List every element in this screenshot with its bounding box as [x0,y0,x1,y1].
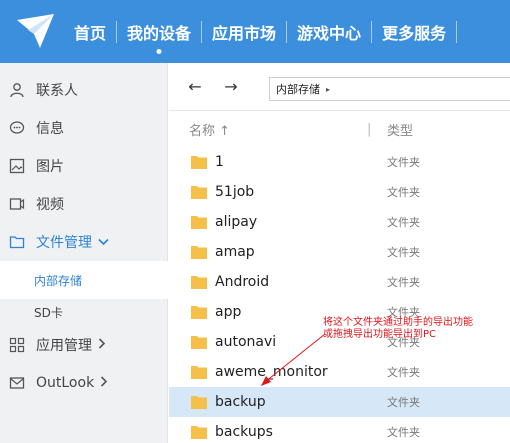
folder-icon [8,233,26,251]
mail-icon [8,374,26,392]
sidebar-item-label: OutLook [36,375,95,391]
back-button[interactable]: ← [181,73,209,101]
nav-app-market[interactable]: 应用市场 [202,0,286,63]
forward-button[interactable]: → [217,73,245,101]
folder-icon [191,306,207,319]
main-nav: 首页 我的设备 应用市场 游戏中心 更多服务 [64,0,458,63]
nav-more-services[interactable]: 更多服务 [372,0,456,63]
folder-icon [191,216,207,229]
file-type: 文件夹 [387,186,420,199]
sidebar-item-label: 内部存储 [34,273,83,288]
table-row[interactable]: 1 文件夹 [169,147,510,177]
column-header-type[interactable]: 类型 [387,120,413,139]
file-name: amap [215,244,255,260]
sidebar-item-messages[interactable]: 信息 [0,109,168,147]
chevron-down-icon [98,235,109,249]
folder-icon [191,366,207,379]
sidebar: 联系人 信息 图片 视频 文件管理 内部存储 SD卡 应用管理 OutLook [0,63,168,443]
table-row[interactable]: alipay 文件夹 [169,207,510,237]
file-browser: ← → 内部存储 ▸ 名称 ↑ | 类型 1 文件夹 51job 文件夹 alipay 文… [169,63,510,443]
table-row[interactable]: aweme_monitor 文件夹 [169,357,510,387]
arrow-left-icon: ← [188,77,202,96]
image-icon [8,157,26,175]
sidebar-item-label: 应用管理 [36,338,92,354]
annotation-text: 将这个文件夹通过助手的导出功能 或拖拽导出功能导出到PC [323,317,510,341]
sidebar-item-file-manager[interactable]: 文件管理 [0,223,168,261]
column-header-name[interactable]: 名称 ↑ [189,120,230,139]
column-resize-handle[interactable]: | [367,122,371,137]
nav-game-center[interactable]: 游戏中心 [287,0,371,63]
video-icon [8,195,26,213]
sidebar-item-label: 图片 [36,159,64,175]
file-name: 51job [215,184,255,200]
folder-icon [191,336,207,349]
table-row[interactable]: 51job 文件夹 [169,177,510,207]
sidebar-item-label: 联系人 [36,83,78,99]
annotation-line: 或拖拽导出功能导出到PC [323,329,437,340]
folder-icon [191,246,207,259]
message-icon [8,119,26,137]
file-type: 文件夹 [387,246,420,259]
sidebar-item-pictures[interactable]: 图片 [0,147,168,185]
file-name: alipay [215,214,258,230]
table-row[interactable]: amap 文件夹 [169,237,510,267]
sidebar-item-label: 信息 [36,121,64,137]
chevron-right-icon [100,376,108,390]
folder-icon [191,276,207,289]
arrow-right-icon: → [224,77,238,96]
sidebar-item-outlook[interactable]: OutLook [0,364,168,402]
folder-icon [191,396,207,409]
file-name: app [215,304,242,320]
person-icon [8,81,26,99]
sidebar-item-contacts[interactable]: 联系人 [0,71,168,109]
folder-icon [191,426,207,439]
folder-icon [191,186,207,199]
file-type: 文件夹 [387,216,420,229]
sidebar-item-label: 文件管理 [36,235,92,251]
sidebar-item-label: SD卡 [34,305,63,320]
nav-my-devices[interactable]: 我的设备 [117,0,201,63]
app-logo-icon[interactable] [14,12,58,52]
folder-icon [191,156,207,169]
file-type: 文件夹 [387,156,420,169]
active-indicator [156,49,162,54]
path-toolbar: ← → 内部存储 ▸ [169,63,510,111]
apps-icon [8,336,26,354]
table-row[interactable]: backups 文件夹 [169,417,510,443]
table-row[interactable]: backup 文件夹 [169,387,510,417]
breadcrumb-arrow-icon[interactable]: ▸ [326,85,330,94]
file-type: 文件夹 [387,276,420,289]
nav-divider [456,20,458,43]
breadcrumb-item[interactable]: 内部存储 [276,81,320,97]
sidebar-item-app-manager[interactable]: 应用管理 [0,326,168,364]
file-type: 文件夹 [387,396,420,409]
table-header: 名称 ↑ | 类型 [169,113,510,145]
table-row[interactable]: Android 文件夹 [169,267,510,297]
breadcrumb[interactable]: 内部存储 ▸ [269,77,510,101]
nav-home[interactable]: 首页 [64,0,116,63]
file-name: 1 [215,154,224,170]
file-type: 文件夹 [387,426,420,439]
annotation-line: 将这个文件夹通过助手的导出功能 [323,317,473,328]
file-type: 文件夹 [387,366,420,379]
file-name: backups [215,424,273,440]
file-name: backup [215,394,266,410]
sidebar-item-label: 视频 [36,197,64,213]
chevron-right-icon [98,338,106,352]
file-name: Android [215,274,270,290]
sidebar-item-videos[interactable]: 视频 [0,185,168,223]
top-nav-bar: 首页 我的设备 应用市场 游戏中心 更多服务 [0,0,510,63]
